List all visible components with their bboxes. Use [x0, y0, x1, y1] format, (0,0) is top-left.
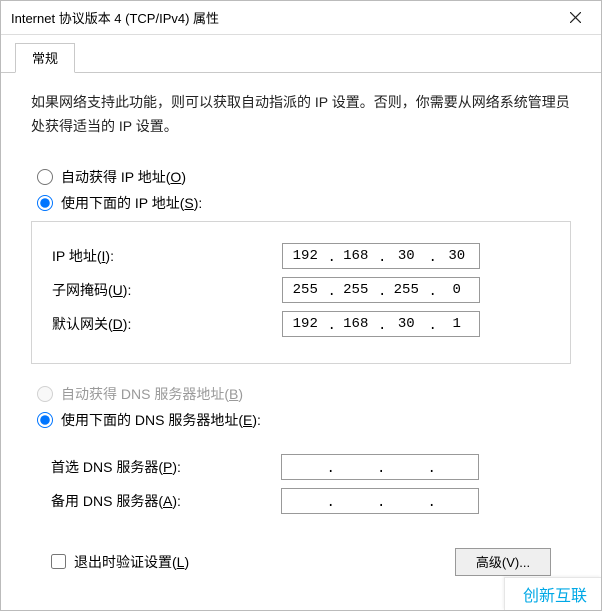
alternate-dns-row: 备用 DNS 服务器(A): . . .: [51, 488, 551, 514]
alternate-dns-label: 备用 DNS 服务器(A):: [51, 491, 281, 511]
preferred-dns-row: 首选 DNS 服务器(P): . . .: [51, 454, 551, 480]
radio-auto-dns-row: 自动获得 DNS 服务器地址(B): [31, 384, 571, 404]
tab-general[interactable]: 常规: [15, 43, 75, 73]
preferred-dns-label: 首选 DNS 服务器(P):: [51, 457, 281, 477]
window-title: Internet 协议版本 4 (TCP/IPv4) 属性: [11, 8, 553, 27]
ip-address-label: IP 地址(I):: [52, 246, 282, 266]
validate-checkbox-row[interactable]: 退出时验证设置(L): [51, 552, 189, 572]
alternate-dns-input[interactable]: . . .: [281, 488, 479, 514]
dns-fields-group: 首选 DNS 服务器(P): . . . 备用 DNS 服务器(A): .: [31, 436, 571, 514]
radio-auto-dns-label: 自动获得 DNS 服务器地址(B): [61, 384, 243, 404]
advanced-button[interactable]: 高级(V)...: [455, 548, 551, 576]
validate-checkbox[interactable]: [51, 554, 66, 569]
description-text: 如果网络支持此功能，则可以获取自动指派的 IP 设置。否则，你需要从网络系统管理…: [31, 91, 571, 139]
gateway-label: 默认网关(D):: [52, 314, 282, 334]
radio-auto-ip-label: 自动获得 IP 地址(O): [61, 167, 186, 187]
radio-manual-dns-row[interactable]: 使用下面的 DNS 服务器地址(E):: [31, 410, 571, 430]
preferred-dns-input[interactable]: . . .: [281, 454, 479, 480]
radio-manual-ip[interactable]: [37, 195, 53, 211]
close-icon: [570, 12, 581, 23]
gateway-row: 默认网关(D): 192. 168. 30. 1: [52, 311, 550, 337]
radio-manual-ip-label: 使用下面的 IP 地址(S):: [61, 193, 202, 213]
subnet-mask-label: 子网掩码(U):: [52, 280, 282, 300]
gateway-input[interactable]: 192. 168. 30. 1: [282, 311, 480, 337]
subnet-mask-row: 子网掩码(U): 255. 255. 255. 0: [52, 277, 550, 303]
validate-label: 退出时验证设置(L): [74, 552, 189, 572]
dns-block: 自动获得 DNS 服务器地址(B) 使用下面的 DNS 服务器地址(E): 首选…: [31, 384, 571, 514]
title-bar: Internet 协议版本 4 (TCP/IPv4) 属性: [1, 1, 601, 35]
radio-manual-dns-label: 使用下面的 DNS 服务器地址(E):: [61, 410, 261, 430]
ip-fields-group: IP 地址(I): 192. 168. 30. 30 子网掩码(U): 255.…: [31, 221, 571, 364]
bottom-row: 退出时验证设置(L) 高级(V)...: [31, 522, 571, 576]
tab-content: 如果网络支持此功能，则可以获取自动指派的 IP 设置。否则，你需要从网络系统管理…: [1, 73, 601, 576]
ip-address-input[interactable]: 192. 168. 30. 30: [282, 243, 480, 269]
dialog-window: Internet 协议版本 4 (TCP/IPv4) 属性 常规 如果网络支持此…: [0, 0, 602, 611]
radio-manual-ip-row[interactable]: 使用下面的 IP 地址(S):: [31, 193, 571, 213]
tab-strip: 常规: [1, 35, 601, 73]
radio-auto-dns: [37, 386, 53, 402]
radio-manual-dns[interactable]: [37, 412, 53, 428]
radio-auto-ip[interactable]: [37, 169, 53, 185]
radio-auto-ip-row[interactable]: 自动获得 IP 地址(O): [31, 167, 571, 187]
ip-address-row: IP 地址(I): 192. 168. 30. 30: [52, 243, 550, 269]
watermark: 创新互联: [504, 577, 601, 610]
close-button[interactable]: [553, 1, 597, 34]
subnet-mask-input[interactable]: 255. 255. 255. 0: [282, 277, 480, 303]
